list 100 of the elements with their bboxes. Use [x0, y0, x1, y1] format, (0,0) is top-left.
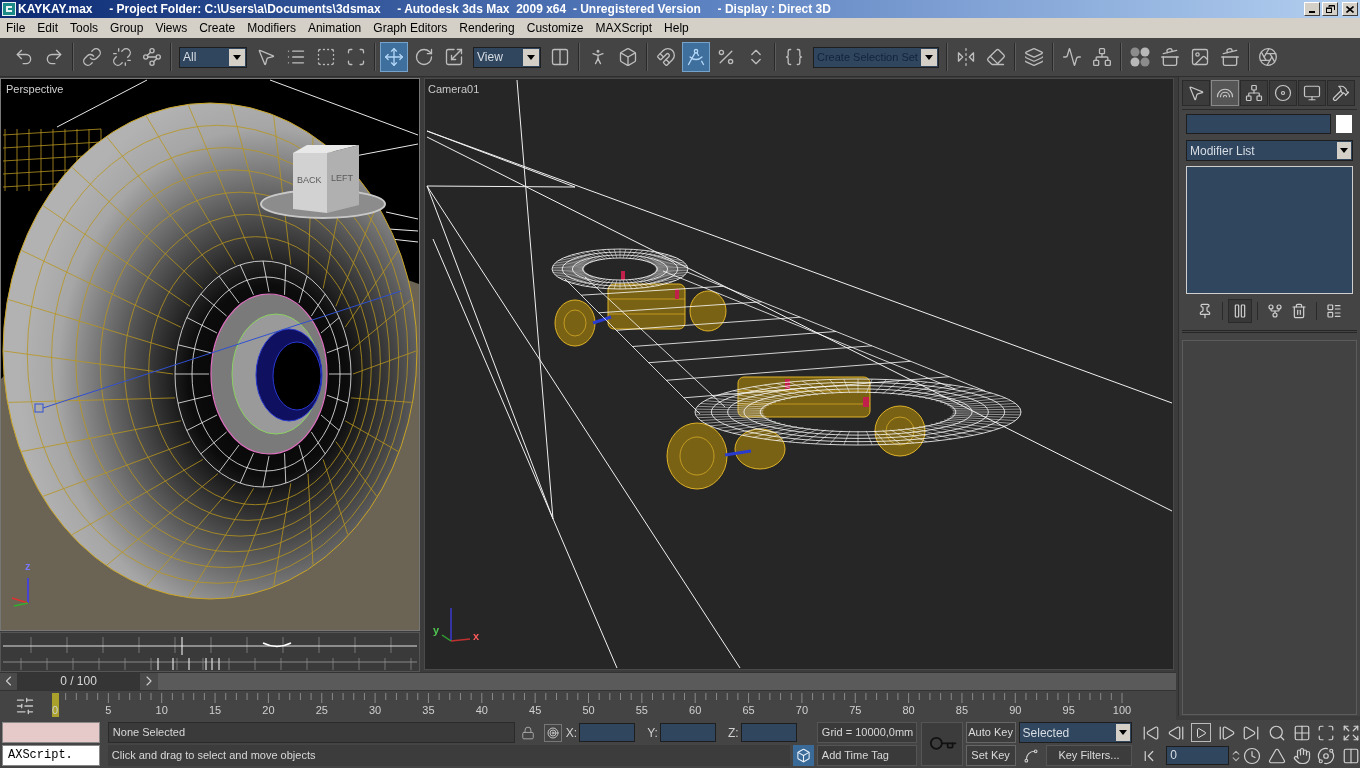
list-panel-icon: [1326, 303, 1342, 319]
frame-number-label: 90: [1009, 705, 1022, 716]
move-icon: [384, 47, 404, 67]
viewcube-face-label: LEFT: [331, 173, 353, 183]
menu-item[interactable]: Animation: [301, 19, 368, 37]
close-button[interactable]: [1342, 2, 1358, 16]
grid-icon[interactable]: [1292, 723, 1311, 742]
transform-mode-button[interactable]: [543, 723, 562, 742]
coordinate-label: X:: [565, 724, 578, 742]
app-icon: [2, 2, 16, 16]
key-filters-button[interactable]: Key Filters...: [1045, 745, 1133, 766]
compass-button[interactable]: [682, 42, 710, 72]
menu-item[interactable]: Views: [149, 19, 194, 37]
restore-button[interactable]: [1322, 2, 1338, 16]
set-keys-button[interactable]: [920, 722, 963, 766]
current-frame-field[interactable]: 0: [1166, 746, 1230, 765]
menu-item[interactable]: Edit: [31, 19, 65, 37]
move-button[interactable]: [380, 42, 408, 72]
lock-icon[interactable]: [520, 725, 535, 740]
panel-tab[interactable]: [1327, 80, 1355, 106]
target-icon: [546, 726, 559, 739]
step-forward-icon[interactable]: [1217, 723, 1236, 742]
play-button[interactable]: [1191, 723, 1212, 742]
menu-item[interactable]: MAXScript: [589, 19, 659, 37]
frame-number-label: 65: [742, 705, 755, 716]
set-key-button[interactable]: Set Key: [965, 745, 1016, 766]
trash-icon: [1291, 303, 1307, 319]
frame-number-label: 15: [208, 705, 222, 716]
menu-item[interactable]: Create: [193, 19, 242, 37]
caret-icon: [233, 54, 241, 60]
caret-icon: [924, 54, 933, 60]
selection-filter-dropdown[interactable]: All: [179, 46, 247, 68]
two-bars-button[interactable]: [1228, 299, 1252, 323]
clock-icon[interactable]: [1243, 746, 1262, 765]
object-name-field[interactable]: [1186, 114, 1331, 134]
orbit-icon[interactable]: [1317, 746, 1336, 765]
coordinate-field[interactable]: [740, 723, 797, 742]
braces-icon: [784, 47, 804, 67]
menu-item[interactable]: Graph Editors: [367, 19, 454, 37]
skip-forward-icon[interactable]: [1242, 723, 1261, 742]
frame-number-label: 100: [1112, 705, 1132, 716]
prompt-bar: Click and drag to select and move objects: [107, 745, 790, 766]
skip-back-icon[interactable]: [1142, 723, 1161, 742]
menu-item[interactable]: Modifiers: [241, 19, 302, 37]
frame-number-label: 60: [689, 705, 702, 716]
menu-item[interactable]: Help: [658, 19, 695, 37]
aperture-icon: [1257, 47, 1278, 67]
listener-output-field[interactable]: AXScript.: [2, 745, 100, 766]
step-back-icon[interactable]: [1166, 723, 1185, 742]
panel-tab[interactable]: [1182, 80, 1210, 106]
menu-item[interactable]: Customize: [520, 19, 590, 37]
modifier-list-dropdown[interactable]: Modifier List: [1186, 140, 1353, 161]
time-tag-cube-button[interactable]: [792, 745, 814, 766]
coordinate-field[interactable]: [659, 723, 716, 742]
panel-tab[interactable]: [1211, 80, 1239, 106]
time-slider-track[interactable]: 0 / 100: [0, 672, 1176, 691]
menu-item[interactable]: Group: [104, 19, 150, 37]
frame-number-label: 5: [105, 705, 112, 716]
triangle-icon[interactable]: [1268, 746, 1287, 765]
pointer-icon: [1187, 84, 1205, 102]
pot-icon: [1159, 47, 1180, 67]
coordinate-field[interactable]: [579, 723, 636, 742]
frame-number-label: 30: [368, 705, 382, 716]
panel-tab[interactable]: [1298, 80, 1326, 106]
fork-icon: [1267, 303, 1283, 319]
close-icon: [1346, 5, 1354, 13]
pulse-line-icon: [1061, 47, 1082, 67]
magnifier-icon[interactable]: [1268, 723, 1287, 742]
time-slider-thumb[interactable]: 0 / 100: [0, 673, 158, 690]
restore-icon: [1325, 5, 1335, 13]
minimize-button[interactable]: [1304, 2, 1320, 16]
frame-number-label: 45: [529, 705, 542, 716]
split-panel-icon[interactable]: [1342, 746, 1360, 765]
viewport-label[interactable]: Perspective: [6, 81, 64, 98]
viewport-label[interactable]: Camera01: [428, 81, 480, 98]
eraser-icon: [985, 47, 1006, 67]
menu-item[interactable]: File: [0, 19, 32, 37]
two-bars-icon: [1232, 303, 1248, 319]
auto-key-button[interactable]: Auto Key: [965, 722, 1016, 743]
listener-input-field[interactable]: [2, 722, 100, 743]
add-time-tag-button[interactable]: Add Time Tag: [816, 745, 917, 766]
corner-brackets-icon[interactable]: [1317, 723, 1336, 742]
panel-tab[interactable]: [1240, 80, 1268, 106]
selection-status-field: None Selected: [107, 722, 515, 743]
sliders-icon[interactable]: [15, 695, 35, 716]
panel-tab[interactable]: [1269, 80, 1297, 106]
dashed-square-icon: [316, 47, 336, 67]
menu-item[interactable]: Rendering: [453, 19, 521, 37]
modifier-stack-list[interactable]: [1186, 166, 1353, 294]
axis-tripod-icon: [441, 607, 471, 643]
hand-icon[interactable]: [1292, 746, 1311, 765]
redo-icon: [44, 47, 64, 67]
expand-arrows-icon[interactable]: [1342, 723, 1360, 742]
key-set-dropdown[interactable]: Selected: [1018, 722, 1133, 743]
menu-item[interactable]: Tools: [64, 19, 105, 37]
coordinate-system-dropdown[interactable]: View: [473, 46, 541, 68]
object-color-swatch[interactable]: [1336, 115, 1352, 133]
frame-number-label: 50: [582, 705, 595, 716]
window-title: KAYKAY.max - Project Folder: C:\Users\a\Documents\3dsmax - Autodesk 3ds Max 2009 x64 - Unregistered Version - Display : Direct 3D: [18, 3, 832, 15]
rotate-icon: [414, 47, 434, 67]
